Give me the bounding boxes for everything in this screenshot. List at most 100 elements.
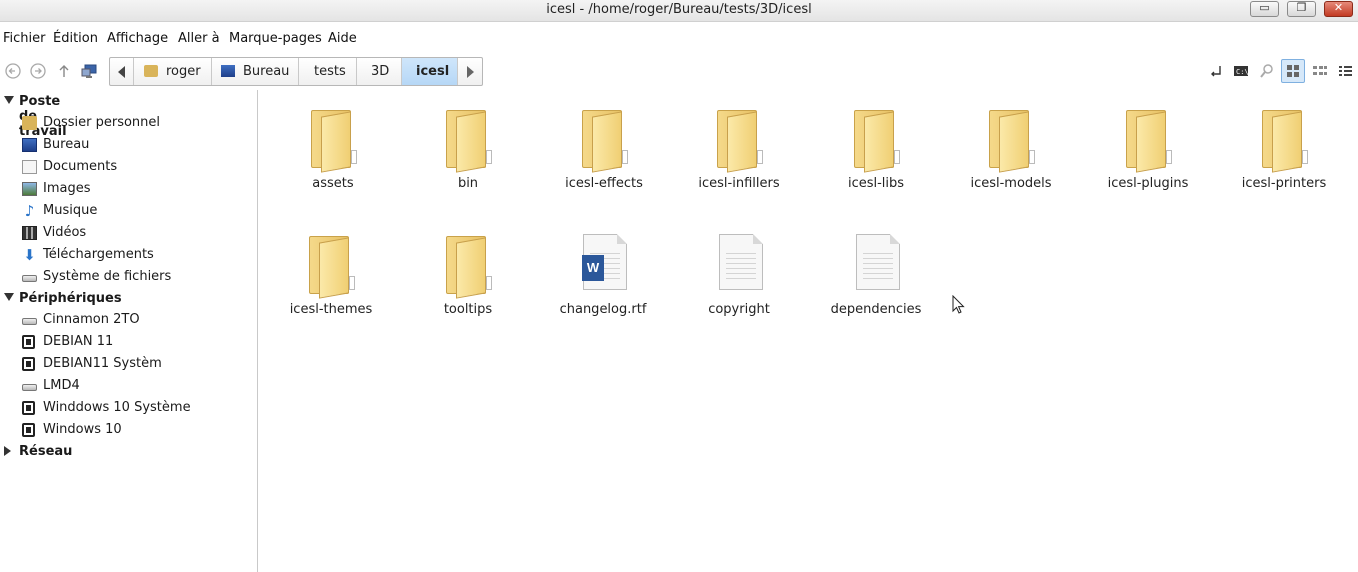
chip-icon: [22, 357, 35, 371]
file-name: icesl-themes: [289, 302, 373, 317]
menu-bar: Fichier Édition Affichage Aller à Marque…: [0, 29, 1358, 51]
collapse-arrow-icon: [4, 446, 11, 456]
sidebar-item-label: Winddows 10 Système: [43, 400, 191, 415]
sidebar-item-cinnamon-2to[interactable]: Cinnamon 2TO: [0, 309, 257, 331]
terminal-icon[interactable]: C:\: [1233, 63, 1249, 79]
menu-fichier[interactable]: Fichier: [3, 31, 46, 46]
file-name: icesl-effects: [565, 176, 643, 191]
file-item[interactable]: W changelog.rtf: [535, 220, 671, 330]
sidebar-item-images[interactable]: Images: [0, 178, 257, 200]
file-name: assets: [312, 176, 354, 191]
folder-icon: [987, 108, 1043, 173]
drive-icon: [22, 318, 37, 325]
crumb-label: Bureau: [243, 64, 290, 79]
sidebar-item-winddows-10-systeme[interactable]: Winddows 10 Système: [0, 397, 257, 419]
open-terminal-icon[interactable]: [1207, 63, 1223, 79]
folder-icon: [852, 108, 908, 173]
close-icon: ✕: [1333, 1, 1344, 14]
crumb-label: icesl: [416, 64, 450, 79]
sidebar-item-label: Bureau: [43, 137, 90, 152]
sidebar-item-dossier-personnel[interactable]: Dossier personnel: [0, 112, 257, 134]
folder-item[interactable]: icesl-infillers: [671, 94, 807, 204]
forward-icon[interactable]: [29, 62, 47, 80]
home-folder-icon: [22, 116, 37, 130]
sidebar-item-label: Musique: [43, 203, 98, 218]
documents-icon: [22, 160, 37, 174]
file-item[interactable]: dependencies: [808, 220, 944, 330]
menu-marque-pages[interactable]: Marque-pages: [229, 31, 322, 46]
icon-view-icon[interactable]: [1281, 59, 1305, 83]
up-icon[interactable]: [55, 62, 73, 80]
menu-aller-a[interactable]: Aller à: [178, 31, 220, 46]
text-file-icon: [856, 234, 900, 290]
folder-item[interactable]: assets: [265, 94, 401, 204]
chip-icon: [22, 335, 35, 349]
folder-icon: [444, 234, 500, 299]
sidebar-item-bureau[interactable]: Bureau: [0, 134, 257, 156]
compact-view-icon[interactable]: [1312, 63, 1328, 79]
breadcrumb-scroll-right[interactable]: [458, 58, 482, 85]
home-folder-icon: [144, 65, 158, 77]
sidebar-item-telechargements[interactable]: ⬇ Téléchargements: [0, 244, 257, 266]
sidebar-item-label: Téléchargements: [43, 247, 154, 262]
menu-aide[interactable]: Aide: [328, 31, 357, 46]
search-icon[interactable]: [1259, 63, 1275, 79]
folder-item[interactable]: icesl-libs: [808, 94, 944, 204]
file-name: tooltips: [443, 302, 493, 317]
crumb-icesl[interactable]: icesl: [402, 58, 458, 85]
folder-item[interactable]: icesl-themes: [263, 220, 399, 330]
maximize-button[interactable]: ❐: [1287, 1, 1316, 17]
section-label: Périphériques: [19, 291, 122, 306]
sidebar-item-documents[interactable]: Documents: [0, 156, 257, 178]
sidebar-item-windows-10[interactable]: Windows 10: [0, 419, 257, 441]
folder-item[interactable]: icesl-models: [943, 94, 1079, 204]
sidebar-item-videos[interactable]: Vidéos: [0, 222, 257, 244]
folder-item[interactable]: tooltips: [400, 220, 536, 330]
file-item[interactable]: copyright: [671, 220, 807, 330]
text-file-icon: [719, 234, 763, 290]
breadcrumb: roger Bureau tests 3D icesl: [109, 57, 483, 86]
folder-item[interactable]: icesl-plugins: [1080, 94, 1216, 204]
sidebar-item-lmd4[interactable]: LMD4: [0, 375, 257, 397]
crumb-label: 3D: [371, 64, 390, 79]
breadcrumb-scroll-left[interactable]: [110, 58, 134, 85]
crumb-bureau[interactable]: Bureau: [212, 58, 299, 85]
back-icon[interactable]: [4, 62, 22, 80]
desktop-icon: [221, 65, 235, 77]
chip-icon: [22, 401, 35, 415]
folder-item[interactable]: icesl-effects: [536, 94, 672, 204]
minimize-icon: ▭: [1259, 1, 1270, 14]
detail-view-icon[interactable]: [1338, 63, 1354, 79]
downloads-icon: ⬇: [23, 246, 36, 264]
folder-item[interactable]: bin: [400, 94, 536, 204]
crumb-tests[interactable]: tests: [299, 58, 357, 85]
crumb-label: tests: [314, 64, 346, 79]
title-bar: icesl - /home/roger/Bureau/tests/3D/ices…: [0, 0, 1358, 22]
crumb-roger[interactable]: roger: [134, 58, 212, 85]
minimize-button[interactable]: ▭: [1250, 1, 1279, 17]
file-name: icesl-infillers: [698, 176, 780, 191]
folder-item[interactable]: icesl-printers: [1216, 94, 1352, 204]
menu-affichage[interactable]: Affichage: [107, 31, 168, 46]
folder-icon: [1260, 108, 1316, 173]
close-button[interactable]: ✕: [1324, 1, 1353, 17]
section-label: Réseau: [19, 444, 73, 459]
desktop-icon: [22, 138, 37, 152]
file-name: icesl-libs: [847, 176, 905, 191]
file-name: icesl-models: [970, 176, 1052, 191]
chevron-right-icon: [467, 66, 474, 78]
menu-edition[interactable]: Édition: [53, 31, 98, 46]
sidebar-item-label: Dossier personnel: [43, 115, 161, 130]
folder-icon: [307, 234, 363, 299]
sidebar-item-debian-11[interactable]: DEBIAN 11: [0, 331, 257, 353]
sidebar-item-musique[interactable]: ♪ Musique: [0, 200, 257, 222]
computer-icon[interactable]: [80, 62, 98, 80]
maximize-icon: ❐: [1296, 1, 1307, 14]
sidebar-item-systeme-de-fichiers[interactable]: Système de fichiers: [0, 266, 257, 288]
folder-icon: [580, 108, 636, 173]
crumb-3d[interactable]: 3D: [357, 58, 402, 85]
sidebar-item-label: Images: [43, 181, 91, 196]
svg-text:C:\: C:\: [1236, 68, 1249, 76]
sidebar-item-debian11-system[interactable]: DEBIAN11 Systèm: [0, 353, 257, 375]
file-name: icesl-plugins: [1107, 176, 1189, 191]
